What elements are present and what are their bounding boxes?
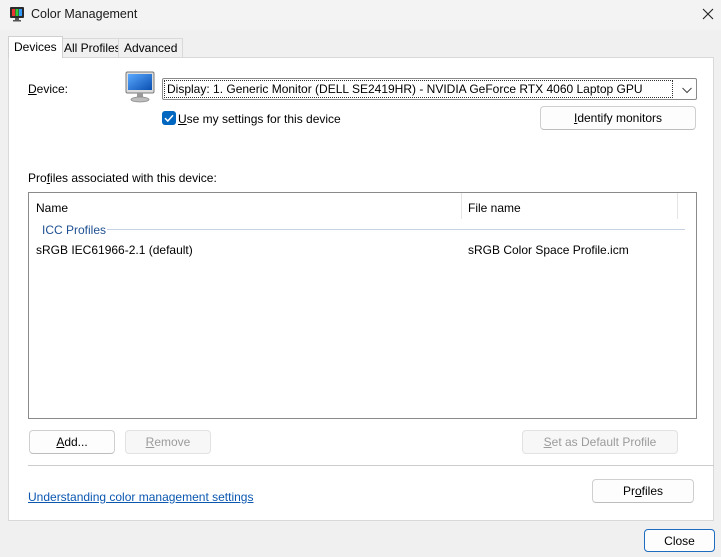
use-settings-checkbox[interactable] — [162, 111, 176, 125]
checkmark-icon — [164, 114, 174, 123]
remove-button[interactable]: Remove — [125, 430, 211, 454]
divider — [28, 465, 714, 466]
add-button[interactable]: Add... — [29, 430, 115, 454]
window-title: Color Management — [31, 7, 138, 21]
profiles-associated-label-rest: iles associated with this device: — [50, 171, 217, 185]
column-header-name[interactable]: Name — [36, 201, 68, 215]
tab-devices[interactable]: Devices — [8, 36, 63, 58]
add-button-accel: A — [56, 435, 65, 449]
set-default-button-accel: S — [543, 435, 552, 449]
monitor-icon — [124, 70, 156, 104]
profile-list[interactable]: Name File name ICC Profiles sRGB IEC6196… — [28, 192, 697, 419]
profile-file-name: sRGB Color Space Profile.icm — [468, 243, 629, 257]
set-default-profile-button[interactable]: Set as Default Profile — [522, 430, 678, 454]
column-separator[interactable] — [461, 193, 462, 219]
close-button[interactable]: Close — [644, 529, 715, 552]
tab-all-profiles[interactable]: All Profiles — [58, 38, 127, 57]
table-row[interactable]: sRGB IEC61966-2.1 (default) sRGB Color S… — [29, 240, 696, 260]
device-label: Device: — [28, 82, 68, 96]
tab-advanced[interactable]: Advanced — [118, 38, 184, 57]
device-label-accel: D — [28, 82, 37, 96]
use-settings-label-accel: U — [178, 112, 187, 126]
use-settings-label[interactable]: Use my settings for this device — [178, 112, 341, 126]
set-default-button-rest: et as Default Profile — [551, 435, 657, 449]
close-icon[interactable] — [698, 4, 718, 24]
column-header-file-name[interactable]: File name — [468, 201, 521, 215]
device-label-rest: evice: — [36, 82, 69, 96]
chevron-down-icon[interactable] — [681, 84, 693, 94]
identify-monitors-button[interactable]: Identify monitors — [540, 106, 696, 130]
device-dropdown-value: Display: 1. Generic Monitor (DELL SE2419… — [167, 82, 643, 96]
profiles-button[interactable]: Pr o files — [592, 479, 694, 503]
remove-button-rest: emove — [154, 435, 191, 449]
group-header-icc-profiles: ICC Profiles — [42, 223, 107, 237]
understanding-color-management-link[interactable]: Understanding color management settings — [28, 490, 253, 504]
device-dropdown[interactable]: Display: 1. Generic Monitor (DELL SE2419… — [162, 78, 697, 100]
use-settings-label-rest: se my settings for this device — [186, 112, 341, 126]
color-management-icon — [9, 6, 25, 22]
profiles-button-accel: o — [634, 484, 642, 498]
profile-name: sRGB IEC61966-2.1 (default) — [36, 243, 193, 257]
remove-button-accel: R — [145, 435, 155, 449]
profiles-associated-label: Profiles associated with this device: — [28, 171, 217, 185]
profiles-button-start: Pr — [622, 484, 635, 498]
add-button-rest: dd... — [64, 435, 88, 449]
identify-monitors-rest: dentify monitors — [577, 111, 663, 125]
column-separator[interactable] — [677, 193, 678, 219]
profiles-associated-label-start: Pro — [28, 171, 47, 185]
profiles-button-rest: files — [641, 484, 664, 498]
title-bar: Color Management — [0, 0, 721, 30]
group-header-line — [107, 229, 685, 230]
